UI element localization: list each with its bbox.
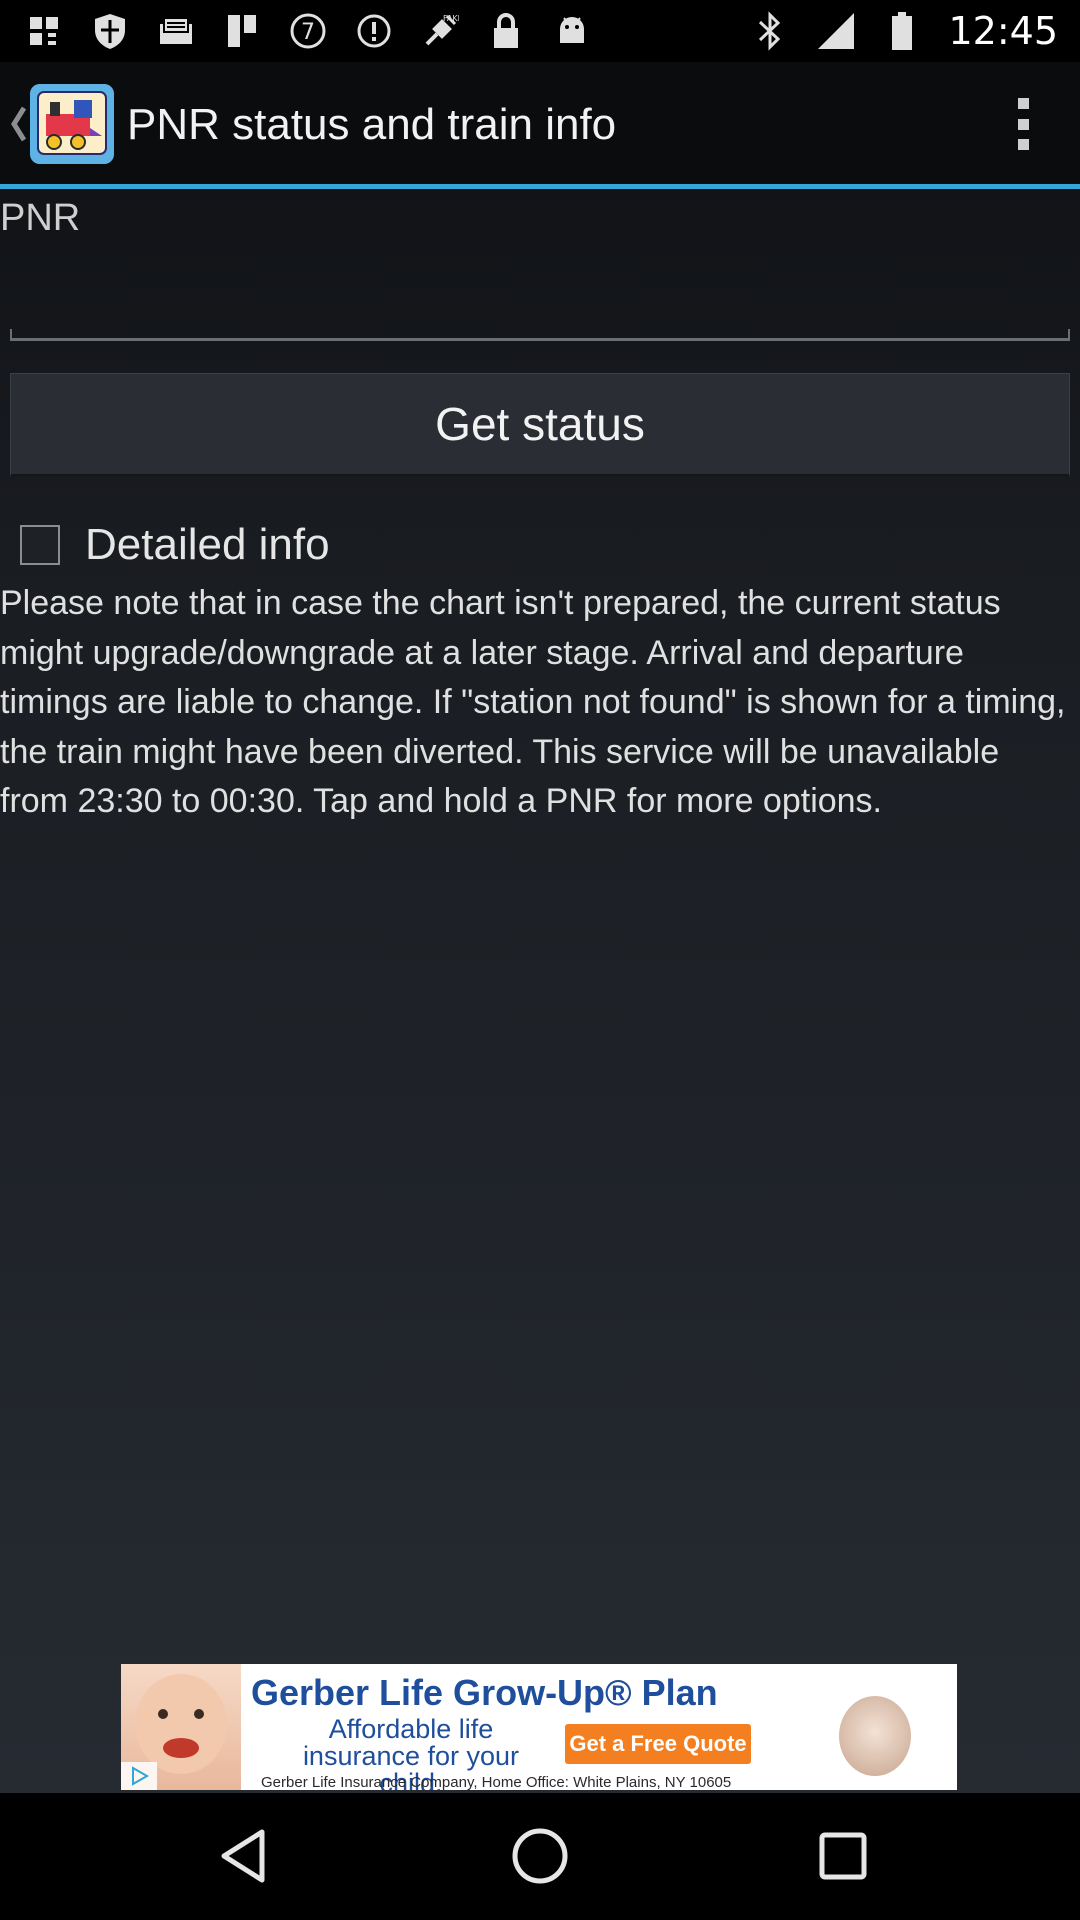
pnr-input-edge	[1068, 329, 1070, 341]
overflow-dot	[1017, 118, 1029, 130]
signal-icon	[816, 11, 856, 51]
ad-title: Gerber Life Grow-Up® Plan	[251, 1672, 718, 1713]
pnr-input-edge	[10, 329, 12, 341]
home-circle-icon[interactable]	[507, 1823, 573, 1889]
circled-seven-icon: 7	[288, 11, 328, 51]
fake-gps-icon: FAKE	[420, 11, 460, 51]
battery-icon	[882, 11, 922, 51]
info-icon	[354, 11, 394, 51]
back-chevron-icon[interactable]	[8, 102, 30, 146]
recents-square-icon[interactable]	[810, 1823, 876, 1889]
ad-footer: Gerber Life Insurance Company, Home Offi…	[261, 1774, 732, 1790]
detailed-info-row[interactable]: Detailed info	[20, 505, 330, 585]
status-bar-left-icons: 7 FAKE	[0, 11, 592, 51]
mail-icon	[156, 11, 196, 51]
bluetooth-icon	[750, 11, 790, 51]
pnr-input[interactable]	[10, 249, 1070, 341]
app-train-icon[interactable]	[30, 84, 114, 164]
notification-icon	[24, 11, 64, 51]
detailed-info-label[interactable]: Detailed info	[85, 520, 330, 570]
navigation-bar	[0, 1793, 1080, 1920]
ad-banner[interactable]: Gerber Life Grow-Up® Plan Affordable lif…	[121, 1664, 957, 1790]
overflow-dot	[1017, 139, 1029, 150]
status-bar: 7 FAKE 12:45	[0, 0, 1080, 62]
overflow-dot	[1017, 98, 1029, 109]
pnr-label: PNR	[0, 197, 81, 239]
status-bar-right: 12:45	[750, 0, 1058, 62]
action-bar: PNR status and train info	[0, 62, 1080, 186]
get-status-button[interactable]: Get status	[10, 373, 1070, 477]
detailed-info-checkbox[interactable]	[20, 525, 60, 565]
overflow-menu-icon[interactable]	[998, 92, 1048, 156]
ad-baby-logo	[839, 1696, 911, 1776]
main-content: PNR Get status Detailed info Please note…	[0, 189, 1080, 1793]
android-icon	[552, 11, 592, 51]
ad-choices-icon[interactable]	[121, 1762, 157, 1790]
app-title: PNR status and train info	[127, 100, 617, 149]
svg-text:7: 7	[301, 20, 315, 45]
status-time: 12:45	[948, 9, 1058, 53]
shield-icon	[90, 11, 130, 51]
lock-icon	[486, 11, 526, 51]
info-note: Please note that in case the chart isn't…	[0, 584, 1066, 820]
back-triangle-icon[interactable]	[210, 1823, 276, 1889]
svg-text:FAKE: FAKE	[443, 14, 459, 23]
ad-cta-button[interactable]: Get a Free Quote	[565, 1724, 751, 1764]
flag-icon	[222, 11, 262, 51]
